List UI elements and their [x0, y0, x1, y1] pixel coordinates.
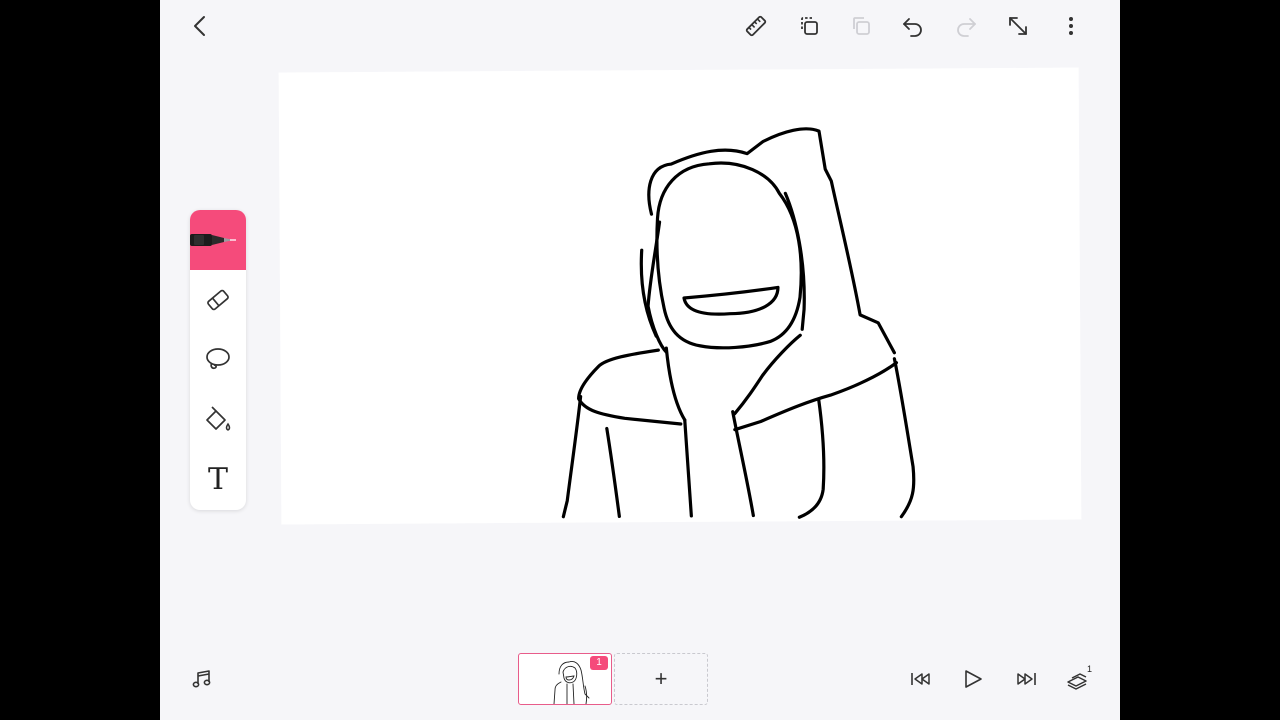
skip-back-button[interactable] [901, 659, 941, 699]
layers-button[interactable]: 1 [1058, 659, 1098, 699]
duplicate-button[interactable] [789, 6, 829, 46]
play-icon [965, 670, 982, 688]
lasso-icon [206, 348, 230, 370]
chevron-left-icon [194, 16, 205, 36]
more-button[interactable] [1051, 6, 1091, 46]
more-vertical-icon [1069, 17, 1073, 35]
undo-icon [903, 18, 922, 37]
paste-button[interactable] [841, 6, 881, 46]
eraser-icon [207, 289, 229, 311]
layers-count: 1 [1086, 664, 1092, 674]
fill-tool[interactable] [190, 390, 246, 450]
eraser-tool[interactable] [190, 270, 246, 330]
ruler-button[interactable] [736, 6, 776, 46]
resize-diagonal-icon [1009, 17, 1027, 35]
tool-palette: T [190, 210, 246, 510]
paste-icon [853, 17, 870, 35]
music-button[interactable] [182, 659, 222, 699]
ruler-icon [745, 15, 767, 37]
redo-button[interactable] [946, 6, 986, 46]
animation-app: T 1 + 1 [160, 0, 1120, 720]
add-frame-button[interactable]: + [614, 653, 708, 705]
resize-button[interactable] [998, 6, 1038, 46]
redo-icon [957, 18, 976, 37]
undo-button[interactable] [893, 6, 933, 46]
frame-thumbnail[interactable]: 1 [518, 653, 612, 705]
music-note-icon [192, 670, 211, 688]
text-tool[interactable]: T [190, 450, 246, 510]
hooded-figure-drawing [561, 127, 916, 519]
duplicate-icon [801, 17, 818, 35]
lasso-tool[interactable] [190, 330, 246, 390]
text-icon: T [207, 462, 228, 497]
back-button[interactable] [180, 6, 220, 46]
skip-back-icon [911, 673, 930, 685]
skip-forward-icon [1017, 673, 1036, 685]
paint-bucket-icon [206, 406, 231, 431]
play-button[interactable] [953, 659, 993, 699]
pen-icon [190, 234, 236, 246]
skip-forward-button[interactable] [1006, 659, 1046, 699]
frame-number-badge: 1 [590, 656, 608, 670]
drawing-canvas[interactable] [278, 67, 1082, 525]
pen-tool[interactable] [190, 210, 246, 270]
